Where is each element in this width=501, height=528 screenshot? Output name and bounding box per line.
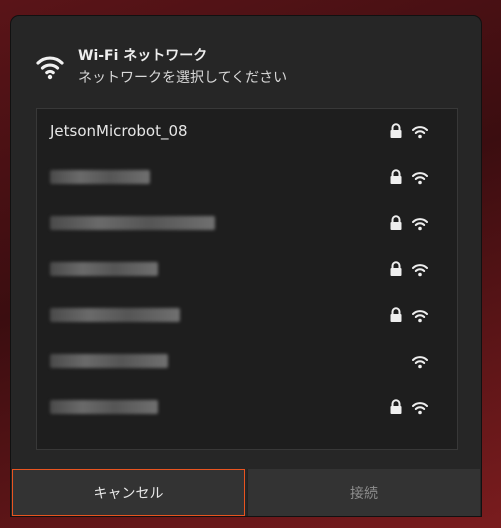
network-row[interactable] bbox=[37, 155, 441, 201]
redacted-ssid bbox=[50, 216, 215, 230]
redacted-ssid bbox=[50, 354, 168, 368]
wifi-dialog: Wi-Fi ネットワーク ネットワークを選択してください JetsonMicro… bbox=[11, 16, 481, 516]
wifi-signal-icon bbox=[412, 170, 428, 185]
redacted-ssid bbox=[50, 400, 158, 414]
cancel-button[interactable]: キャンセル bbox=[12, 469, 245, 516]
lock-icon bbox=[389, 399, 403, 415]
wifi-signal-icon bbox=[412, 400, 428, 415]
network-row[interactable] bbox=[37, 339, 441, 385]
network-ssid: JetsonMicrobot_08 bbox=[50, 122, 188, 140]
connect-button[interactable]: 接続 bbox=[247, 469, 480, 516]
wifi-icon bbox=[36, 56, 64, 80]
wifi-signal-icon bbox=[412, 308, 428, 323]
lock-icon bbox=[389, 307, 403, 323]
redacted-ssid bbox=[50, 262, 158, 276]
lock-icon bbox=[389, 215, 403, 231]
wifi-signal-icon bbox=[412, 354, 428, 369]
network-row[interactable] bbox=[37, 385, 441, 431]
network-row[interactable]: JetsonMicrobot_08 bbox=[37, 109, 441, 155]
dialog-title: Wi-Fi ネットワーク bbox=[78, 48, 208, 64]
wifi-signal-icon bbox=[412, 262, 428, 277]
redacted-ssid bbox=[50, 308, 180, 322]
network-row[interactable] bbox=[37, 247, 441, 293]
network-row[interactable] bbox=[37, 293, 441, 339]
wifi-signal-icon bbox=[412, 124, 428, 139]
lock-icon bbox=[389, 261, 403, 277]
wifi-signal-icon bbox=[412, 216, 428, 231]
redacted-ssid bbox=[50, 170, 150, 184]
network-row[interactable] bbox=[37, 201, 441, 247]
dialog-header: Wi-Fi ネットワーク ネットワークを選択してください bbox=[11, 16, 481, 106]
dialog-subtitle: ネットワークを選択してください bbox=[78, 70, 288, 86]
network-list[interactable]: JetsonMicrobot_08 bbox=[36, 108, 458, 450]
lock-icon bbox=[389, 169, 403, 185]
lock-icon bbox=[389, 123, 403, 139]
